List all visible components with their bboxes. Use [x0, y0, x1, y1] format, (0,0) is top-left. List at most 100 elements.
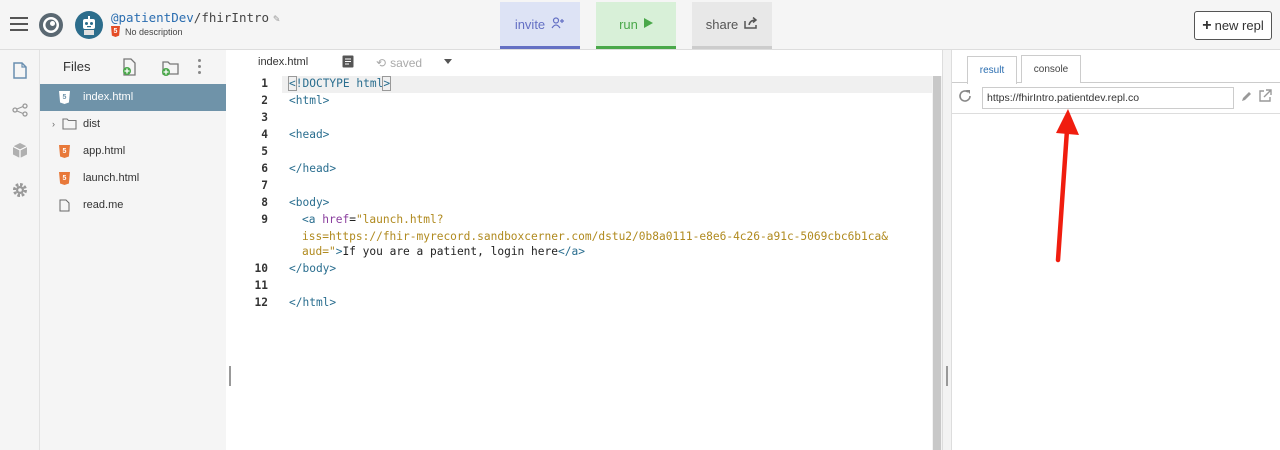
share-button[interactable]: share [692, 2, 772, 49]
editor-tab-bar: index.html ⟲ saved [234, 50, 944, 76]
open-in-new-tab-icon[interactable] [1258, 89, 1272, 103]
html5-icon: 5 [111, 26, 120, 37]
code-token: "launch.html? [355, 213, 444, 226]
code-token: <a [302, 213, 316, 226]
code-token: < [288, 76, 297, 91]
code-token: href [322, 213, 350, 226]
line-number: 3 [261, 111, 268, 124]
repl-title: @patientDev/fhirIntro ✎ [111, 10, 280, 25]
code-editor[interactable]: 1 2 3 4 5 6 7 8 9 10 11 12 <!DOCTYPE htm… [234, 76, 932, 450]
code-line: </html> [289, 296, 337, 309]
share-label: share [705, 16, 739, 32]
code-token: > [578, 245, 585, 258]
add-user-icon [551, 16, 565, 32]
file-name: launch.html [83, 172, 140, 184]
code-line: <body> [289, 196, 330, 209]
file-name: index.html [83, 91, 134, 103]
invite-button[interactable]: invite [500, 2, 580, 49]
run-button[interactable]: run [596, 2, 676, 49]
new-repl-button[interactable]: + new repl [1194, 11, 1272, 40]
html5-file-icon: 5 [59, 91, 70, 104]
replit-logo-icon[interactable] [38, 12, 64, 38]
code-token: = [349, 213, 356, 226]
document-outline-icon[interactable] [342, 55, 354, 68]
run-label: run [619, 16, 638, 32]
add-file-icon[interactable] [120, 57, 140, 77]
share-nodes-icon[interactable] [10, 100, 30, 120]
save-status-text: saved [390, 56, 423, 70]
files-panel: Files 5 index.html › dist 5 app.html 5 l… [40, 50, 226, 450]
code-token: > [382, 76, 392, 91]
avatar[interactable] [75, 11, 103, 39]
line-number: 4 [261, 128, 268, 141]
play-icon [643, 17, 653, 31]
repl-description: 5 No description [111, 26, 183, 37]
line-number: 6 [261, 162, 268, 175]
file-item-read-me[interactable]: read.me [40, 192, 226, 219]
line-number: 12 [254, 296, 268, 309]
line-number: 1 [261, 77, 268, 90]
folder-name: dist [83, 118, 101, 130]
html5-file-icon: 5 [59, 172, 70, 185]
chevron-right-icon[interactable]: › [52, 119, 55, 129]
editor-output-splitter[interactable] [942, 50, 952, 450]
folder-item-dist[interactable]: › dist [40, 111, 226, 138]
code-line: <!DOCTYPE html> [288, 76, 392, 91]
document-icon [59, 199, 70, 212]
repl-name[interactable]: fhirIntro [201, 10, 269, 25]
html5-file-icon: 5 [59, 145, 70, 158]
files-editor-splitter[interactable] [226, 50, 234, 450]
new-repl-label: new repl [1214, 18, 1264, 33]
splitter-grip [946, 366, 948, 386]
edit-pencil-icon[interactable]: ✎ [273, 12, 280, 25]
files-icon[interactable] [10, 60, 30, 80]
add-folder-icon[interactable] [160, 57, 180, 77]
tab-console[interactable]: console [1021, 55, 1081, 83]
code-line: </body> [289, 262, 337, 275]
line-number: 5 [261, 145, 268, 158]
scrollbar-thumb[interactable] [933, 76, 941, 450]
settings-gear-icon[interactable] [10, 180, 30, 200]
editor-scrollbar[interactable] [932, 76, 942, 450]
description-text[interactable]: No description [125, 27, 183, 37]
code-line: </head> [289, 162, 337, 175]
url-input[interactable] [982, 87, 1234, 109]
line-number: 10 [254, 262, 268, 275]
line-number: 7 [261, 179, 268, 192]
code-token: </ [557, 245, 572, 258]
file-name: read.me [83, 199, 124, 211]
url-bar [952, 83, 1280, 114]
file-name: app.html [83, 145, 126, 157]
package-icon[interactable] [10, 140, 30, 160]
line-number: 9 [261, 213, 268, 226]
code-line: <html> [289, 94, 330, 107]
file-item-app-html[interactable]: 5 app.html [40, 138, 226, 165]
folder-icon [62, 118, 77, 130]
code-line: <head> [289, 128, 330, 141]
history-icon[interactable]: ⟲ [376, 56, 386, 70]
chevron-down-icon[interactable] [444, 59, 452, 64]
line-number: 8 [261, 196, 268, 209]
code-token: !DOCTYPE [295, 77, 350, 90]
tab-index-html[interactable]: index.html [258, 56, 308, 68]
save-status: ⟲ saved [376, 56, 422, 70]
files-title: Files [63, 59, 91, 74]
file-item-launch-html[interactable]: 5 launch.html [40, 165, 226, 192]
files-more-menu-icon[interactable] [198, 59, 202, 75]
top-bar: @patientDev/fhirIntro ✎ 5 No description … [0, 0, 1280, 50]
share-icon [744, 16, 758, 32]
plus-icon: + [1202, 16, 1212, 34]
splitter-grip [229, 366, 231, 386]
robot-icon [83, 16, 95, 35]
file-item-index-html[interactable]: 5 index.html [40, 84, 226, 111]
left-icon-rail [0, 50, 40, 450]
tab-result[interactable]: result [967, 56, 1017, 84]
menu-icon[interactable] [10, 17, 28, 31]
refresh-icon[interactable] [958, 89, 972, 103]
repl-owner-link[interactable]: @patientDev [111, 10, 194, 25]
code-token: If you are a patient, login here [342, 245, 558, 258]
invite-label: invite [514, 16, 546, 32]
code-line: iss=https://fhir-myrecord.sandboxcerner.… [302, 230, 888, 243]
edit-pencil-icon[interactable] [1240, 89, 1252, 103]
line-number: 11 [254, 279, 268, 292]
